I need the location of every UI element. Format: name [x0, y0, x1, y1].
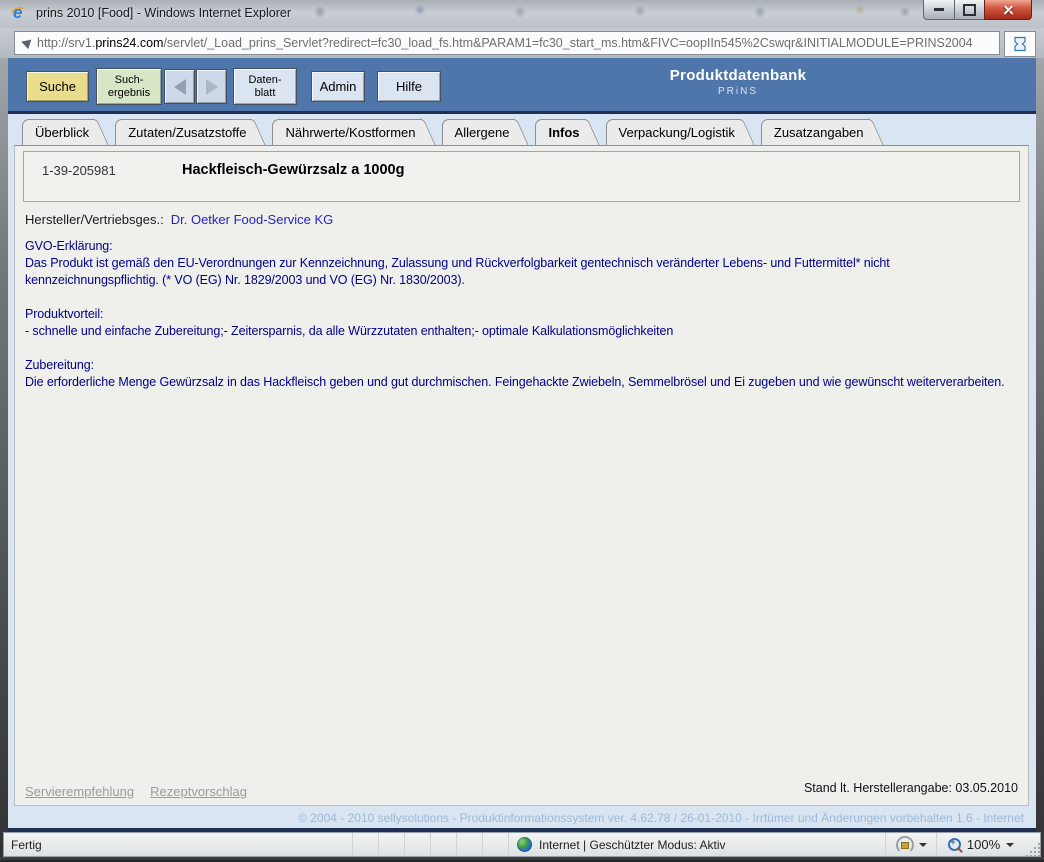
forward-button[interactable] [196, 69, 227, 104]
status-cell [352, 833, 378, 856]
window-frame-right [1036, 58, 1044, 857]
info-sections: GVO-Erklärung: Das Produkt ist gemäß den… [25, 238, 1014, 408]
arrow-right-icon [206, 79, 218, 95]
tab-bar: Überblick Zutaten/Zusatzstoffe Nährwerte… [22, 119, 890, 145]
protected-mode-icon [896, 836, 914, 854]
zone-text: Internet | Geschützter Modus: Aktiv [539, 838, 726, 852]
section-gvo: GVO-Erklärung: Das Produkt ist gemäß den… [25, 238, 1014, 289]
url-text: http://srv1.prins24.com/servlet/_Load_pr… [37, 36, 973, 50]
address-input[interactable]: http://srv1.prins24.com/servlet/_Load_pr… [14, 31, 1000, 55]
minimize-icon [934, 8, 944, 11]
brand: Produktdatenbank PRiNS [658, 67, 818, 97]
magnifier-icon [948, 838, 961, 851]
product-code: 1-39-205981 [42, 163, 116, 178]
hilfe-button[interactable]: Hilfe [377, 71, 441, 102]
section-heading: GVO-Erklärung: [25, 238, 1014, 255]
tab-allergene[interactable]: Allergene [442, 119, 516, 145]
status-cell [456, 833, 482, 856]
compatibility-view-icon [1012, 36, 1028, 52]
address-bar-row: http://srv1.prins24.com/servlet/_Load_pr… [0, 28, 1044, 58]
manufacturer-label: Hersteller/Vertriebsges.: [25, 212, 164, 227]
status-cell [430, 833, 456, 856]
close-button[interactable] [984, 0, 1032, 20]
zoom-level: 100% [967, 837, 1000, 852]
rezeptvorschlag-link[interactable]: Rezeptvorschlag [150, 784, 247, 799]
security-zone: Internet | Geschützter Modus: Aktiv [508, 833, 885, 856]
close-icon [1003, 4, 1014, 15]
window-frame-bottom [0, 857, 1044, 862]
app-toolbar: Suche Such- ergebnis Daten- blatt Admin … [8, 58, 1036, 111]
status-bar: Fertig Internet | Geschützter Modus: Akt… [3, 832, 1041, 857]
section-heading: Zubereitung: [25, 357, 1014, 374]
resize-grip[interactable] [1025, 842, 1040, 856]
panel-footer-links: Servierempfehlung Rezeptvorschlag [25, 784, 247, 799]
back-button[interactable] [164, 69, 195, 104]
zoom-control[interactable]: 100% [936, 833, 1025, 856]
maximize-icon [963, 4, 976, 16]
copyright-note: © 2004 - 2010 sellysolutions - Produktin… [298, 811, 1024, 825]
status-cell [378, 833, 404, 856]
tab-zutaten-zusatzstoffe[interactable]: Zutaten/Zusatzstoffe [115, 119, 252, 145]
maximize-button[interactable] [955, 0, 984, 20]
window-controls [923, 0, 1032, 20]
status-text: Fertig [4, 833, 352, 856]
stand-note: Stand lt. Herstellerangabe: 03.05.2010 [804, 781, 1018, 795]
globe-icon [517, 837, 532, 852]
tab-verpackung-logistik[interactable]: Verpackung/Logistik [606, 119, 741, 145]
datenblatt-button[interactable]: Daten- blatt [233, 68, 297, 105]
product-name: Hackfleisch-Gewürzsalz a 1000g [182, 162, 404, 178]
servierempfehlung-link[interactable]: Servierempfehlung [25, 784, 134, 799]
arrow-left-icon [174, 79, 186, 95]
manufacturer-row: Hersteller/Vertriebsges.: Dr. Oetker Food… [25, 212, 333, 227]
status-cell [404, 833, 430, 856]
compatibility-view-button[interactable] [1004, 31, 1036, 57]
titlebar: e prins 2010 [Food] - Windows Internet E… [0, 0, 1044, 28]
chevron-down-icon [1006, 843, 1014, 847]
suche-button[interactable]: Suche [26, 71, 89, 102]
tab-naehrwerte-kostformen[interactable]: Nährwerte/Kostformen [272, 119, 421, 145]
window-title: prins 2010 [Food] - Windows Internet Exp… [36, 6, 291, 20]
tab-ueberblick[interactable]: Überblick [22, 119, 95, 145]
info-panel: 1-39-205981 Hackfleisch-Gewürzsalz a 100… [14, 145, 1029, 806]
brand-title: Produktdatenbank [658, 67, 818, 84]
chevron-down-icon [919, 843, 927, 847]
admin-button[interactable]: Admin [311, 71, 365, 102]
page-icon [20, 37, 32, 49]
section-zubereitung: Zubereitung: Die erforderliche Menge Gew… [25, 357, 1014, 391]
section-heading: Produktvorteil: [25, 306, 1014, 323]
window-frame-left [0, 58, 8, 857]
section-body: Die erforderliche Menge Gewürzsalz in da… [25, 374, 1014, 391]
section-body: - schnelle und einfache Zubereitung;- Ze… [25, 323, 1014, 340]
brand-subtitle: PRiNS [658, 86, 818, 97]
ie-logo-icon: e [10, 5, 28, 23]
protected-mode-button[interactable] [885, 833, 936, 856]
tab-zusatzangaben[interactable]: Zusatzangaben [761, 119, 870, 145]
section-body: Das Produkt ist gemäß den EU-Verordnunge… [25, 255, 1014, 289]
page-content: Überblick Zutaten/Zusatzstoffe Nährwerte… [8, 114, 1036, 832]
minimize-button[interactable] [923, 0, 955, 20]
manufacturer-link[interactable]: Dr. Oetker Food-Service KG [171, 212, 334, 227]
section-produktvorteil: Produktvorteil: - schnelle und einfache … [25, 306, 1014, 340]
product-header-box: 1-39-205981 Hackfleisch-Gewürzsalz a 100… [23, 151, 1020, 202]
tab-infos[interactable]: Infos [535, 119, 585, 145]
status-cell [482, 833, 508, 856]
suchergebnis-button[interactable]: Such- ergebnis [96, 68, 162, 105]
